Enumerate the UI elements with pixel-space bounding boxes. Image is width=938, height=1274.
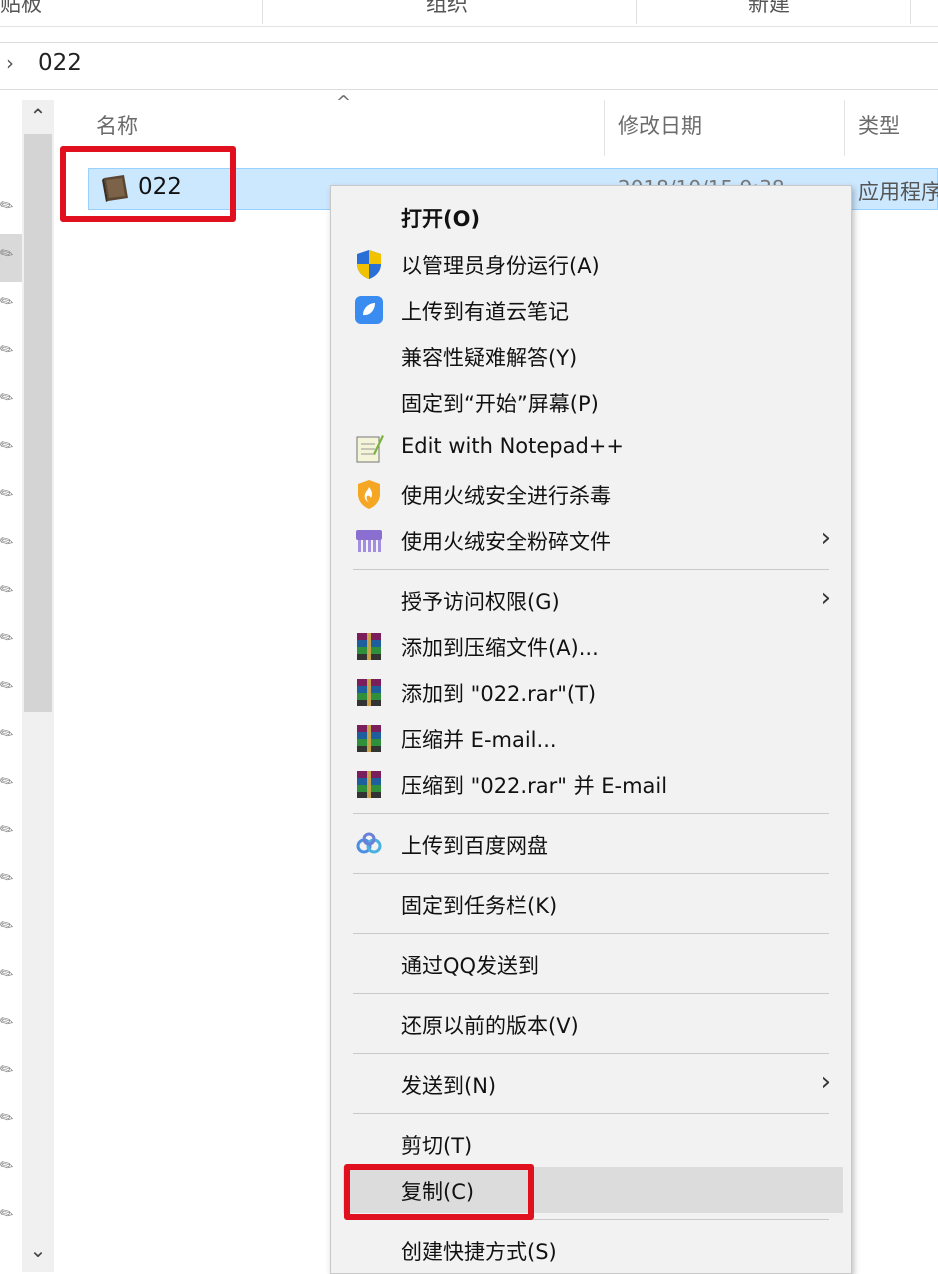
column-header-type[interactable]: 类型: [858, 110, 900, 140]
winrar-icon: [357, 725, 381, 752]
breadcrumb-chevron-icon[interactable]: ›: [6, 51, 14, 75]
menu-item-huorong-scan[interactable]: 使用火绒安全进行杀毒: [331, 471, 851, 517]
menu-separator: [353, 1053, 829, 1054]
sort-ascending-icon: ^: [336, 92, 352, 113]
menu-item-label: 还原以前的版本(V): [401, 1014, 579, 1038]
scroll-up-icon[interactable]: ⌃: [22, 104, 54, 136]
menu-item-open[interactable]: 打开(O): [331, 194, 851, 240]
column-divider[interactable]: [844, 100, 845, 156]
menu-item-notepad-plus[interactable]: Edit with Notepad++: [331, 425, 851, 471]
winrar-icon: [357, 679, 381, 706]
menu-item-label: 固定到“开始”屏幕(P): [401, 392, 599, 416]
menu-item-label: 打开(O): [401, 207, 481, 231]
menu-item-label: 授予访问权限(G): [401, 590, 560, 614]
menu-item-compress-rar-email[interactable]: 压缩到 "022.rar" 并 E-mail: [331, 761, 851, 807]
submenu-arrow-icon: ›: [820, 1067, 831, 1097]
menu-item-youdao-note[interactable]: 上传到有道云笔记: [331, 287, 851, 333]
menu-item-pin-taskbar[interactable]: 固定到任务栏(K): [331, 881, 851, 927]
menu-item-label: 压缩并 E-mail...: [401, 728, 557, 752]
menu-separator: [353, 873, 829, 874]
menu-separator: [353, 813, 829, 814]
ribbon-group-clipboard[interactable]: 贴板: [0, 0, 42, 18]
submenu-arrow-icon: ›: [820, 523, 831, 553]
menu-item-create-shortcut[interactable]: 创建快捷方式(S): [331, 1227, 851, 1273]
ribbon-divider: [910, 0, 911, 24]
menu-item-add-to-rar[interactable]: 添加到 "022.rar"(T): [331, 669, 851, 715]
youdao-note-icon: [355, 296, 383, 324]
highlight-box-copy: [344, 1164, 534, 1220]
ribbon-divider: [636, 0, 637, 24]
ribbon-divider: [262, 0, 263, 24]
baidu-pan-icon: [356, 832, 382, 854]
winrar-icon: [357, 633, 381, 660]
file-type: 应用程序: [858, 180, 938, 204]
menu-item-label: 发送到(N): [401, 1074, 497, 1098]
menu-item-label: 使用火绒安全粉碎文件: [401, 530, 611, 554]
context-menu: 打开(O) 以管理员身份运行(A) 上传到有道云笔记 兼容性疑难解答(Y) 固定…: [330, 185, 852, 1274]
menu-item-restore-versions[interactable]: 还原以前的版本(V): [331, 1001, 851, 1047]
menu-item-label: 使用火绒安全进行杀毒: [401, 484, 611, 508]
menu-item-label: 通过QQ发送到: [401, 954, 540, 978]
menu-item-label: 兼容性疑难解答(Y): [401, 346, 578, 370]
ribbon-group-organize[interactable]: 组织: [426, 0, 468, 18]
menu-separator: [353, 933, 829, 934]
menu-separator: [353, 569, 829, 570]
column-header-date[interactable]: 修改日期: [618, 110, 702, 140]
menu-separator: [353, 1113, 829, 1114]
ribbon-group-new[interactable]: 新建: [748, 0, 790, 18]
menu-item-compress-email[interactable]: 压缩并 E-mail...: [331, 715, 851, 761]
menu-item-qq-send[interactable]: 通过QQ发送到: [331, 941, 851, 987]
scroll-down-icon[interactable]: ⌄: [22, 1238, 54, 1270]
menu-item-label: 添加到压缩文件(A)...: [401, 636, 599, 660]
huorong-shield-icon: [358, 480, 380, 509]
shredder-icon: [356, 530, 382, 552]
menu-item-cut[interactable]: 剪切(T): [331, 1121, 851, 1167]
address-bar[interactable]: › 022: [0, 42, 938, 90]
menu-item-label: 创建快捷方式(S): [401, 1240, 557, 1264]
column-header-name[interactable]: 名称: [96, 110, 138, 140]
menu-item-compatibility[interactable]: 兼容性疑难解答(Y): [331, 333, 851, 379]
menu-item-label: 上传到百度网盘: [401, 834, 548, 858]
ribbon: 贴板 组织 新建: [0, 0, 938, 27]
menu-item-pin-to-start[interactable]: 固定到“开始”屏幕(P): [331, 379, 851, 425]
uac-shield-icon: [357, 250, 381, 279]
menu-item-add-to-archive[interactable]: 添加到压缩文件(A)...: [331, 623, 851, 669]
menu-item-label: 固定到任务栏(K): [401, 894, 558, 918]
menu-item-grant-access[interactable]: 授予访问权限(G) ›: [331, 577, 851, 623]
menu-item-huorong-shred[interactable]: 使用火绒安全粉碎文件 ›: [331, 517, 851, 563]
menu-item-send-to[interactable]: 发送到(N) ›: [331, 1061, 851, 1107]
menu-item-run-as-admin[interactable]: 以管理员身份运行(A): [331, 241, 851, 287]
menu-item-baidu-pan[interactable]: 上传到百度网盘: [331, 821, 851, 867]
winrar-icon: [357, 771, 381, 798]
highlight-box-file: [60, 146, 236, 222]
menu-item-label: 压缩到 "022.rar" 并 E-mail: [401, 774, 668, 798]
menu-item-label: 剪切(T): [401, 1134, 473, 1158]
notepad-plus-icon: [356, 435, 384, 463]
submenu-arrow-icon: ›: [820, 583, 831, 613]
address-path[interactable]: 022: [38, 50, 82, 76]
scrollbar-thumb[interactable]: [24, 134, 52, 712]
column-divider[interactable]: [604, 100, 605, 156]
menu-separator: [353, 993, 829, 994]
menu-item-label: 以管理员身份运行(A): [401, 254, 600, 278]
menu-item-label: Edit with Notepad++: [401, 434, 625, 458]
menu-item-label: 添加到 "022.rar"(T): [401, 682, 597, 706]
menu-item-label: 上传到有道云笔记: [401, 300, 569, 324]
